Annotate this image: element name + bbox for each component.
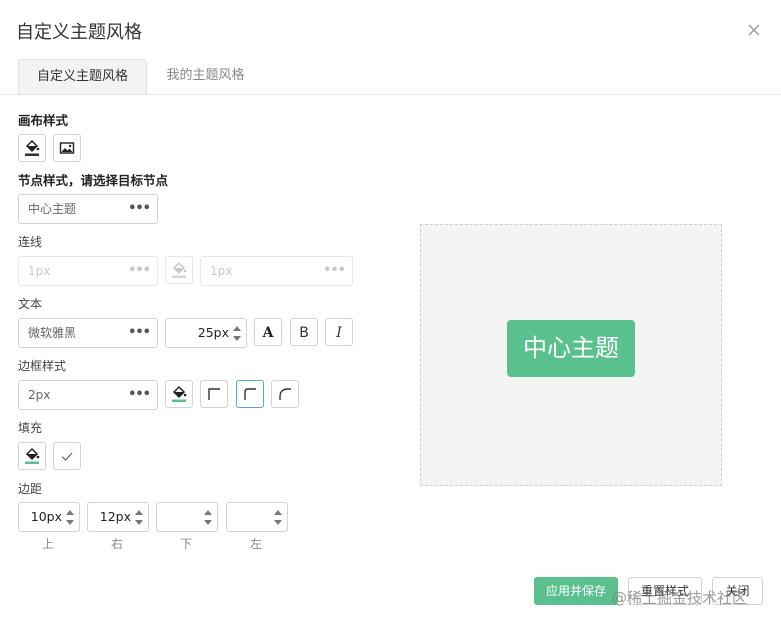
padding-label: 边距 xyxy=(18,482,43,496)
paint-bucket-icon xyxy=(25,139,40,156)
stepper-down-icon[interactable] xyxy=(274,520,282,525)
stepper-up-icon[interactable] xyxy=(66,510,74,515)
svg-text:B: B xyxy=(299,325,309,340)
line-label: 连线 xyxy=(18,235,43,249)
canvas-image-button[interactable] xyxy=(53,134,81,162)
italic-icon: I xyxy=(335,325,342,340)
more-icon: ••• xyxy=(128,387,151,402)
dialog-title: 自定义主题风格 xyxy=(16,22,142,43)
svg-text:I: I xyxy=(335,325,342,340)
line-style-value: 1px xyxy=(210,264,233,278)
line-width-select: 1px ••• xyxy=(18,256,158,286)
paint-bucket-icon xyxy=(25,447,40,464)
stepper-down-icon[interactable] xyxy=(135,520,143,525)
node-style-label: 节点样式，请选择目标节点 xyxy=(18,173,169,188)
padding-right-value: 12px xyxy=(99,509,131,524)
stepper-up-icon[interactable] xyxy=(233,326,241,331)
padding-right-caption: 右 xyxy=(110,537,123,551)
apply-save-button[interactable]: 应用并保存 xyxy=(534,577,618,605)
padding-left-stepper[interactable] xyxy=(226,502,288,532)
font-family-value: 微软雅黑 xyxy=(28,326,77,340)
font-size-value: 25px xyxy=(197,325,229,340)
canvas-fill-button[interactable] xyxy=(18,134,46,162)
fill-color-button[interactable] xyxy=(18,442,46,470)
stepper-down-icon[interactable] xyxy=(233,336,241,341)
stepper-up-icon[interactable] xyxy=(204,510,212,515)
stepper-up-icon[interactable] xyxy=(274,510,282,515)
small-radius-corner-icon xyxy=(244,388,256,400)
font-color-icon: A xyxy=(262,325,275,340)
paint-bucket-icon xyxy=(172,261,187,278)
line-color-button xyxy=(165,256,193,284)
more-icon: ••• xyxy=(128,201,151,216)
check-icon xyxy=(61,452,73,461)
corner-large-radius-button[interactable] xyxy=(271,380,299,408)
node-select-value: 中心主题 xyxy=(28,202,77,216)
corner-small-radius-button[interactable] xyxy=(236,380,264,408)
tab-my-themes[interactable]: 我的主题风格 xyxy=(148,59,263,95)
bold-button[interactable]: B xyxy=(290,318,318,346)
square-corner-icon xyxy=(208,388,220,400)
line-width-value: 1px xyxy=(28,264,51,278)
paint-bucket-icon xyxy=(172,385,187,402)
more-icon: ••• xyxy=(128,263,151,278)
watermark: @稀土掘金技术社区 xyxy=(612,589,748,607)
font-size-stepper[interactable]: 25px xyxy=(165,318,247,348)
font-family-select[interactable]: 微软雅黑 ••• xyxy=(18,318,158,348)
canvas-style-label: 画布样式 xyxy=(18,113,69,128)
padding-bottom-stepper[interactable] xyxy=(156,502,218,532)
preview-node: 中心主题 xyxy=(507,320,635,377)
close-icon[interactable] xyxy=(746,22,762,38)
padding-top-stepper[interactable]: 10px xyxy=(18,502,80,532)
padding-top-caption: 上 xyxy=(41,537,54,551)
bold-icon: B xyxy=(299,325,309,340)
fill-label: 填充 xyxy=(18,421,43,435)
italic-button[interactable]: I xyxy=(325,318,353,346)
stepper-down-icon[interactable] xyxy=(204,520,212,525)
stepper-down-icon[interactable] xyxy=(66,520,74,525)
padding-top-value: 10px xyxy=(30,509,62,524)
padding-bottom-caption: 下 xyxy=(179,537,192,551)
fill-check-button[interactable] xyxy=(53,442,81,470)
svg-text:A: A xyxy=(262,325,275,340)
border-width-select[interactable]: 2px ••• xyxy=(18,380,158,410)
padding-right-stepper[interactable]: 12px xyxy=(87,502,149,532)
corner-square-button[interactable] xyxy=(200,380,228,408)
stepper-up-icon[interactable] xyxy=(135,510,143,515)
node-select[interactable]: 中心主题 ••• xyxy=(18,194,158,224)
padding-left-caption: 左 xyxy=(249,537,262,551)
border-color-button[interactable] xyxy=(165,380,193,408)
text-label: 文本 xyxy=(18,297,43,311)
large-radius-corner-icon xyxy=(279,388,291,400)
tab-custom-theme[interactable]: 自定义主题风格 xyxy=(18,59,147,95)
border-width-value: 2px xyxy=(28,388,51,402)
more-icon: ••• xyxy=(323,263,346,278)
text-color-button[interactable]: A xyxy=(254,318,282,346)
more-icon: ••• xyxy=(128,325,151,340)
tabs-divider xyxy=(0,94,781,95)
border-style-label: 边框样式 xyxy=(18,359,67,373)
line-style-select: 1px ••• xyxy=(200,256,353,286)
image-icon xyxy=(59,142,75,154)
